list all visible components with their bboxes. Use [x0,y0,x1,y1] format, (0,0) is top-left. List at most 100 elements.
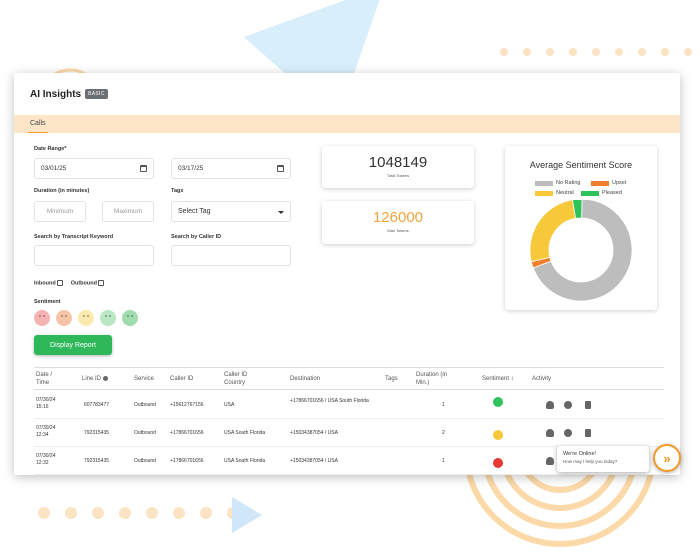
col-tags[interactable]: Tags [385,375,398,383]
page-title: AI Insights [30,88,82,100]
calendar-icon[interactable] [140,165,147,172]
caller-id-cell: +15612767156 [170,402,204,408]
country-cell: USA South Florida [224,458,266,464]
donut-slice-neutral[interactable] [529,200,577,263]
service-cell: Outbound [134,458,156,464]
time-cell: 15:16 [36,404,49,410]
inbound-option[interactable]: Inbound [34,280,63,286]
caller-id-cell: +17866701656 [170,430,204,436]
calendar-icon[interactable] [277,165,284,172]
col-service[interactable]: Service [134,375,154,383]
caller-search-input[interactable] [171,245,291,266]
duration-cell: 1 [442,458,445,464]
app-window: AI Insights BASIC Calls Date Range* 03/0… [14,73,680,475]
duration-min-input[interactable]: Minimum [34,201,86,222]
decorative-triangle [232,497,262,533]
legend-item[interactable]: No Rating [535,180,580,186]
info-icon[interactable] [102,375,108,381]
download-icon[interactable] [546,457,554,465]
outbound-checkbox[interactable] [97,280,104,286]
line-id-cell: 792315435 [84,430,110,436]
date-to-value: 03/17/25 [178,165,204,172]
inbound-checkbox[interactable] [56,280,63,286]
table-row[interactable]: 07/30/24 12:34 792315435 Outbound +178667016… [34,419,664,447]
date-cell: 07/30/24 [36,453,56,459]
legend-label: Upset [612,180,627,186]
transcript-icon[interactable] [585,429,591,437]
total-tokens-value: 1048149 [368,154,428,171]
chat-launcher-button[interactable]: » [653,444,681,472]
duration-cell: 2 [442,430,445,436]
table-header: Date / Time Line ID Service Caller ID Ca… [34,367,664,390]
duration-cell: 1 [442,402,445,408]
date-range-label: Date Range* [34,146,67,152]
sentiment-face-icon [493,458,503,468]
country-cell: USA South Florida [224,430,266,436]
date-from-value: 03/01/25 [41,165,67,172]
upset-face-icon[interactable] [34,310,50,326]
col-caller-country[interactable]: Caller ID Country [224,371,264,387]
pleased-face-icon[interactable] [122,310,138,326]
col-activity: Activity [532,376,552,382]
play-icon[interactable] [564,401,572,409]
legend-swatch [535,190,553,196]
tags-select-value: Select Tag [178,208,211,215]
date-from-input[interactable]: 03/01/25 [34,158,154,179]
chat-popup[interactable]: We're Online! How may I help you today? [557,446,649,472]
service-cell: Outbound [134,402,156,408]
legend-swatch [591,180,609,186]
chat-subtitle: How may I help you today? [563,459,618,464]
double-chevron-right-icon: » [663,450,671,466]
inbound-label: Inbound [34,280,56,287]
col-sentiment[interactable]: Sentiment ↕ [482,375,514,383]
caller-search-label: Search by Caller ID [171,234,222,240]
destination-cell: +17866701656 / USA South Florida [290,398,369,404]
legend-label: No Rating [556,180,581,186]
decorative-dots [500,48,700,56]
country-cell: USA [224,402,235,408]
annoyed-face-icon[interactable] [56,310,72,326]
date-to-input[interactable]: 03/17/25 [171,158,291,179]
app-header: AI Insights BASIC [14,73,680,115]
destination-cell: +15034387054 / USA [290,430,338,436]
duration-min-placeholder: Minimum [46,208,74,215]
transcript-search-input[interactable] [34,245,154,266]
transcript-icon[interactable] [585,401,591,409]
time-cell: 12:34 [36,432,49,438]
col-destination[interactable]: Destination [290,375,320,383]
line-id-cell: 792315435 [84,458,110,464]
sentiment-face-icon [493,397,503,407]
transcript-search-label: Search by Transcript Keyword [34,234,114,240]
chat-title: We're Online! [563,451,597,457]
col-date-time[interactable]: Date / Time [36,371,66,387]
satisfied-face-icon[interactable] [100,310,116,326]
neutral-face-icon[interactable] [78,310,94,326]
tab-calls[interactable]: Calls [28,115,48,133]
download-icon[interactable] [546,429,554,437]
legend-item[interactable]: Neutral [535,190,574,196]
legend-label: Neutral [556,190,574,196]
col-sentiment-label: Sentiment [482,376,510,382]
col-caller-id[interactable]: Caller ID [170,375,193,383]
destination-cell: +15034387054 / USA [290,458,338,464]
duration-max-input[interactable]: Maximum [102,201,154,222]
caller-id-cell: +17866701656 [170,458,204,464]
play-icon[interactable] [564,429,572,437]
service-cell: Outbound [134,430,156,436]
sentiment-chart-card: Average Sentiment Score No Rating Upset … [505,146,657,310]
date-cell: 07/30/24 [36,425,56,431]
display-report-button[interactable]: Display Report [34,335,112,355]
sentiment-filter [34,310,138,326]
time-cell: 12:32 [36,460,49,466]
table-row[interactable]: 07/30/24 15:16 607783477 Outbound +156127671… [34,391,664,419]
col-duration[interactable]: Duration (in Min.) [416,371,460,387]
outbound-option[interactable]: Outbound [71,280,104,286]
decorative-dots [38,507,239,519]
tags-label: Tags [171,188,184,194]
legend-item[interactable]: Pleased [581,190,622,196]
download-icon[interactable] [546,401,554,409]
tags-select[interactable]: Select Tag [171,201,291,222]
duration-max-placeholder: Maximum [113,208,143,215]
col-line-id[interactable]: Line ID [82,375,108,383]
legend-item[interactable]: Upset [591,180,626,186]
